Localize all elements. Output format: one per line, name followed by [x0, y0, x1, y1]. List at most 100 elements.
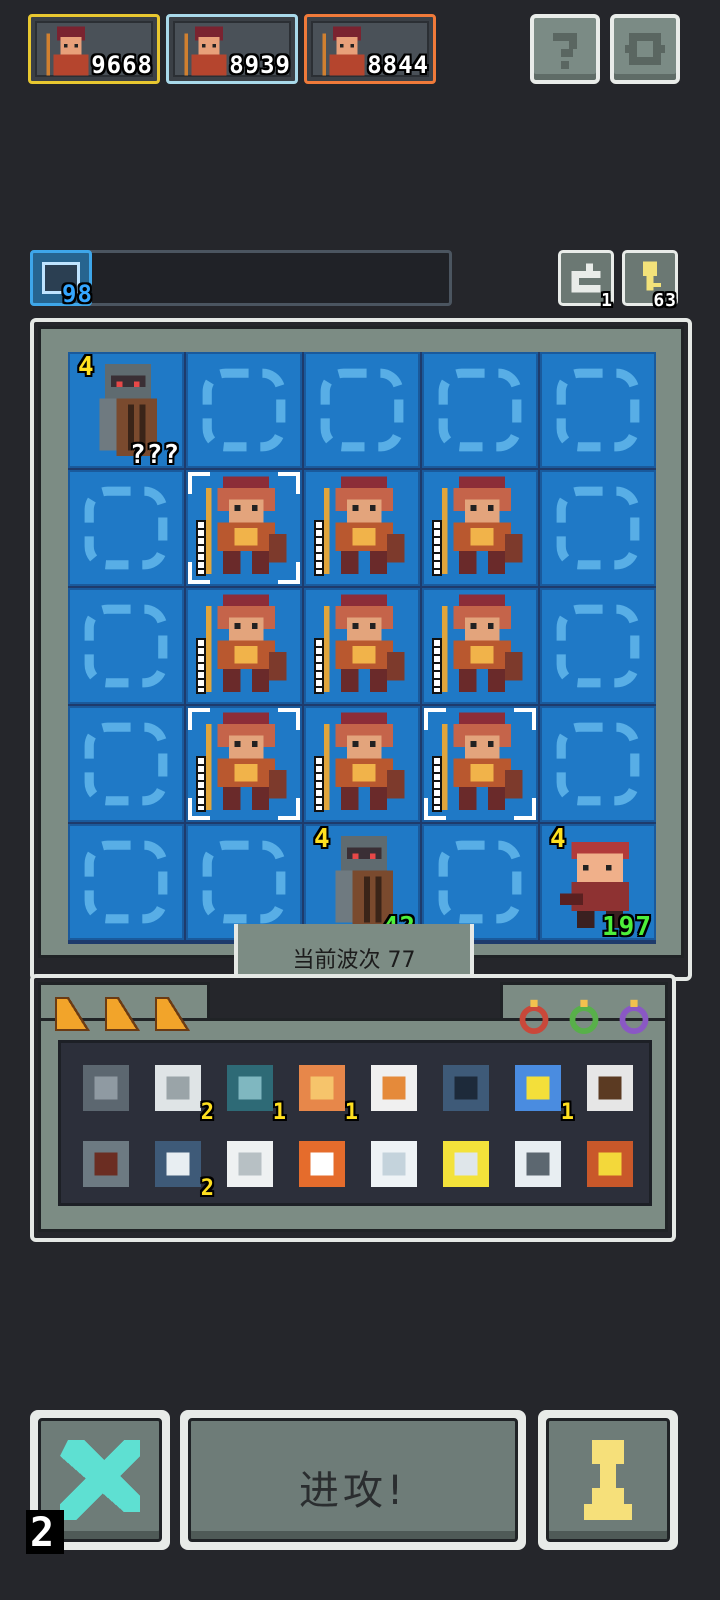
inventory-item[interactable] — [581, 1059, 639, 1117]
board-cell-warrior[interactable] — [304, 706, 420, 822]
selection-corner — [278, 708, 300, 730]
board-cell-warrior[interactable] — [422, 470, 538, 586]
gear-icon — [625, 33, 665, 65]
orange-triangle-icon[interactable] — [152, 994, 192, 1034]
inventory-item[interactable] — [293, 1135, 351, 1193]
inventory-item[interactable] — [437, 1059, 495, 1117]
pickaxe-icon — [586, 1064, 634, 1112]
question-mark-icon — [553, 33, 577, 69]
inventory-item[interactable] — [77, 1135, 135, 1193]
warrior-icon — [323, 594, 405, 692]
inventory-item[interactable]: 1 — [293, 1059, 358, 1125]
hp-bar — [432, 638, 442, 694]
item-count: 1 — [344, 1100, 359, 1125]
inventory-item[interactable] — [365, 1135, 423, 1193]
empty-tile-icon — [84, 486, 168, 570]
selection-corner — [278, 798, 300, 820]
pawn-button[interactable] — [538, 1410, 678, 1550]
board-cell-warrior[interactable] — [186, 470, 302, 586]
key-button[interactable]: 63 — [622, 250, 678, 311]
unit-level: 4 — [550, 824, 567, 854]
heart-gem-icon — [226, 1064, 274, 1112]
board-cell-warrior[interactable] — [304, 588, 420, 704]
board-cell-empty[interactable] — [68, 706, 184, 822]
selection-corner — [424, 798, 446, 820]
board-cell-empty[interactable] — [422, 352, 538, 468]
speed-value: 2 — [30, 1510, 55, 1556]
selection-corner — [188, 562, 210, 584]
red-ring-icon[interactable] — [516, 996, 552, 1036]
orange-triangle-icon[interactable] — [102, 994, 142, 1034]
hp-bar — [314, 520, 324, 576]
warrior-icon — [441, 476, 523, 574]
double-axe-icon — [442, 1140, 490, 1188]
board-grid: 4??? 442 4197 — [68, 352, 656, 944]
board-cell-warrior[interactable] — [422, 588, 538, 704]
board-cell-empty[interactable] — [422, 824, 538, 940]
inventory-item[interactable]: 1 — [509, 1059, 574, 1125]
board-cell-empty[interactable] — [186, 824, 302, 940]
board-cell-knight[interactable]: 4??? — [68, 352, 184, 470]
ore-icon — [442, 1064, 490, 1112]
board-cell-warrior[interactable] — [422, 706, 538, 822]
board-cell-empty[interactable] — [68, 824, 184, 940]
selection-corner — [188, 472, 210, 494]
mana-bar — [30, 250, 452, 306]
purple-ring-icon[interactable] — [616, 996, 652, 1036]
board-cell-knight[interactable]: 442 — [304, 824, 420, 942]
board-cell-empty[interactable] — [540, 706, 656, 822]
board-cell-empty[interactable] — [68, 588, 184, 704]
inventory-item[interactable]: 1 — [221, 1059, 286, 1125]
selection-corner — [514, 708, 536, 730]
speed-badge[interactable]: 2 — [26, 1510, 64, 1556]
empty-tile-icon — [438, 840, 522, 924]
board-cell-warrior[interactable] — [304, 470, 420, 586]
green-ring-icon[interactable] — [566, 996, 602, 1036]
board-cell-brawler[interactable]: 4 197 — [540, 824, 656, 942]
inventory-item[interactable] — [437, 1135, 495, 1193]
inventory-item[interactable] — [509, 1135, 567, 1193]
reroll-count: 1 — [601, 290, 613, 311]
board-cell-warrior[interactable] — [186, 588, 302, 704]
inventory-item[interactable] — [365, 1059, 423, 1117]
inventory-item[interactable]: 2 — [149, 1135, 214, 1201]
inventory-item[interactable]: 2 — [149, 1059, 214, 1125]
board-cell-empty[interactable] — [540, 470, 656, 586]
board-cell-empty[interactable] — [186, 352, 302, 468]
empty-tile-icon — [556, 722, 640, 806]
hero-portrait-1[interactable]: 9668 — [28, 14, 160, 84]
warrior-icon — [441, 594, 523, 692]
board-cell-warrior[interactable] — [186, 706, 302, 822]
selection-corner — [278, 472, 300, 494]
inventory-item[interactable] — [221, 1135, 279, 1193]
orange-triangle-icon[interactable] — [52, 994, 92, 1034]
hero-score: 9668 — [91, 51, 153, 79]
empty-tile-icon — [438, 368, 522, 452]
inventory-item[interactable] — [581, 1135, 639, 1193]
empty-tile-icon — [556, 368, 640, 452]
item-count: 2 — [200, 1100, 215, 1125]
board-cell-empty[interactable] — [540, 588, 656, 704]
inventory-item[interactable] — [77, 1059, 135, 1117]
warrior-icon — [205, 594, 287, 692]
attack-button[interactable]: 进攻! — [180, 1410, 526, 1550]
board-cell-empty[interactable] — [540, 352, 656, 468]
hero-portrait-2[interactable]: 8939 — [166, 14, 298, 84]
stone-block-icon — [82, 1064, 130, 1112]
reroll-icon — [571, 263, 601, 293]
settings-button[interactable] — [610, 14, 680, 84]
ice-spikes-icon — [370, 1140, 418, 1188]
selection-corner — [188, 708, 210, 730]
hp-bar — [196, 638, 206, 694]
hammer-icon — [82, 1140, 130, 1188]
board-cell-empty[interactable] — [304, 352, 420, 468]
tail-icon — [298, 1140, 346, 1188]
empty-tile-icon — [556, 486, 640, 570]
hero-portrait-3[interactable]: 8844 — [304, 14, 436, 84]
board-cell-empty[interactable] — [68, 470, 184, 586]
unit-count: ??? — [130, 440, 180, 470]
empty-tile-icon — [84, 840, 168, 924]
reroll-button[interactable]: 1 — [558, 250, 614, 311]
selection-corner — [424, 708, 446, 730]
help-button[interactable] — [530, 14, 600, 84]
